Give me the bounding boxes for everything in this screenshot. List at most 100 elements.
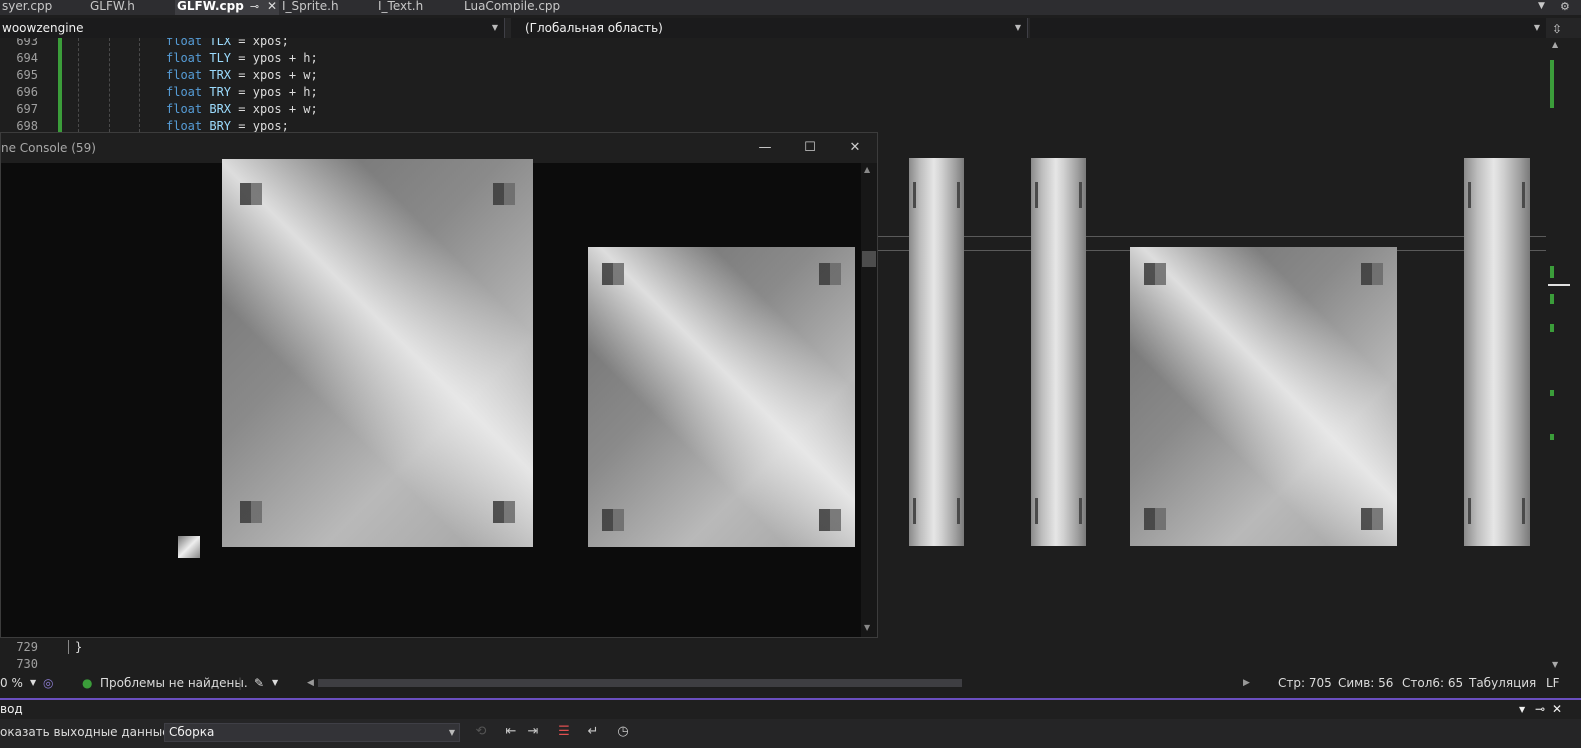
sprite-strip (909, 158, 964, 546)
sprite-texture (588, 247, 855, 547)
split-editor-icon[interactable]: ⇳ (1552, 22, 1562, 36)
minimize-button[interactable]: — (743, 133, 787, 163)
tab-list-dropdown-icon[interactable]: ▼ (1536, 0, 1552, 15)
strip-mark (1079, 182, 1082, 208)
scope-dropdown[interactable]: (Глобальная область) ▼ (511, 18, 1028, 38)
scroll-up-icon[interactable]: ▲ (864, 165, 870, 174)
tab-label: GLFW.h (90, 0, 135, 13)
keyword: float (166, 85, 203, 99)
line-indicator[interactable]: Стр: 705 (1278, 674, 1332, 692)
texture-rivet (1144, 263, 1166, 285)
keyword: float (166, 102, 203, 116)
chevron-down-icon: ▼ (1014, 23, 1021, 32)
tab-label: I_Text.h (378, 0, 424, 13)
tab-label: GLFW.cpp (177, 0, 244, 13)
scroll-thumb[interactable] (862, 251, 876, 267)
prev-message-icon[interactable]: ⇤ (502, 723, 520, 741)
scroll-down-icon[interactable]: ▼ (1552, 660, 1558, 669)
identifier: TLY (209, 51, 232, 65)
word-wrap-icon[interactable]: ↵ (584, 723, 602, 741)
code-line[interactable]: } (68, 640, 82, 654)
tab-label: syer.cpp (2, 0, 53, 13)
output-source-select[interactable]: Сборка ▼ (164, 723, 460, 742)
horizontal-scroll-thumb[interactable] (318, 679, 962, 687)
copilot-icon[interactable]: ◎ (43, 674, 53, 692)
brush-icon[interactable]: ✎ (254, 674, 264, 692)
identifier: TLX (209, 38, 232, 48)
texture-rivet (1361, 508, 1383, 530)
scroll-left-icon[interactable]: ◀ (307, 674, 314, 692)
clock-icon[interactable]: ◷ (614, 723, 632, 741)
indent-guide (139, 38, 140, 132)
change-marker (1550, 60, 1554, 108)
column-indicator[interactable]: Стол6: 65 (1402, 674, 1463, 692)
clear-all-icon[interactable]: ☰ (555, 723, 573, 741)
strip-mark (913, 498, 916, 524)
strip-mark (913, 182, 916, 208)
output-source-value: Сборка (169, 725, 215, 739)
tab-glfw-h[interactable]: GLFW.h (88, 0, 176, 15)
scroll-up-icon[interactable]: ▲ (1552, 40, 1558, 49)
settings-gear-icon[interactable]: ⚙ (1558, 0, 1580, 15)
member-dropdown[interactable]: ▼ (1030, 18, 1546, 38)
next-message-icon[interactable]: ⇥ (524, 723, 542, 741)
texture-rivet (240, 183, 262, 205)
sprite-texture (222, 159, 533, 547)
code-text: = xpos + w; (231, 68, 318, 82)
project-name: woowzengine (2, 21, 84, 35)
change-marker (1550, 324, 1554, 332)
line-number: 695 (16, 68, 38, 82)
char-indicator[interactable]: Симв: 56 (1338, 674, 1393, 692)
pin-icon[interactable]: ⊸ (250, 0, 259, 13)
texture-rivet (602, 509, 624, 531)
indent-guide (78, 38, 79, 132)
close-button[interactable]: ✕ (833, 133, 877, 163)
line-ending[interactable]: LF (1546, 674, 1560, 692)
project-dropdown[interactable]: woowzengine ▼ (0, 18, 505, 38)
line-number: 698 (16, 119, 38, 133)
indent-mode[interactable]: Табуляция (1469, 674, 1536, 692)
close-icon[interactable]: ✕ (1552, 700, 1562, 719)
vertical-scrollbar[interactable]: ▲ ▼ (1546, 38, 1581, 674)
tab-i-text-h[interactable]: I_Text.h (376, 0, 462, 15)
sprite-texture (1130, 247, 1397, 546)
maximize-button[interactable]: ☐ (788, 133, 832, 163)
chevron-down-icon[interactable]: ▼ (1519, 700, 1525, 719)
tab-label: LuaCompile.cpp (464, 0, 561, 13)
code-line[interactable]: float TLX = xpos; (166, 38, 289, 48)
chevron-down-icon[interactable]: ▼ (272, 674, 278, 692)
show-output-label: оказать выходные данные из: (0, 725, 192, 739)
code-text: = xpos; (231, 38, 289, 48)
line-number: 729 (16, 640, 38, 654)
strip-mark (1522, 182, 1525, 208)
close-icon[interactable]: ✕ (267, 0, 277, 13)
scroll-down-icon[interactable]: ▼ (864, 623, 870, 632)
code-line[interactable]: float BRX = xpos + w; (166, 102, 318, 116)
keyword: float (166, 119, 203, 133)
go-to-error-icon[interactable]: ⟲ (472, 723, 490, 741)
indent-guide (109, 38, 110, 132)
editor-highlight-line (878, 236, 1546, 237)
tab-luacompile-cpp[interactable]: LuaCompile.cpp (462, 0, 584, 15)
change-marker (1550, 294, 1554, 304)
editor-status-bar: 0 % ▼ ◎ ● Проблемы не найдены. | ✎ ▼ ◀ ▶… (0, 674, 1581, 692)
console-window[interactable]: ne Console (59) — ☐ ✕ ▲ ▼ (0, 132, 878, 638)
console-scrollbar[interactable]: ▲ ▼ (861, 163, 877, 637)
identifier: TRY (209, 85, 232, 99)
pin-icon[interactable]: ⊸ (1535, 700, 1545, 719)
texture-rivet (1144, 508, 1166, 530)
tab-i-sprite-h[interactable]: I_Sprite.h (280, 0, 374, 15)
scroll-right-icon[interactable]: ▶ (1243, 674, 1250, 692)
issues-status[interactable]: Проблемы не найдены. (100, 674, 248, 692)
zoom-level[interactable]: 0 % (0, 674, 23, 692)
code-line[interactable]: float TLY = ypos + h; (166, 51, 318, 65)
tab-syer-cpp[interactable]: syer.cpp (0, 0, 88, 15)
code-line[interactable]: float TRX = xpos + w; (166, 68, 318, 82)
code-line[interactable]: float TRY = ypos + h; (166, 85, 318, 99)
chevron-down-icon[interactable]: ▼ (30, 674, 36, 692)
small-sprite (178, 536, 200, 558)
texture-rivet (1361, 263, 1383, 285)
code-line[interactable]: float BRY = ypos; (166, 119, 289, 133)
texture-rivet (493, 183, 515, 205)
tab-glfw-cpp[interactable]: GLFW.cpp ⊸ ✕ (175, 0, 279, 15)
